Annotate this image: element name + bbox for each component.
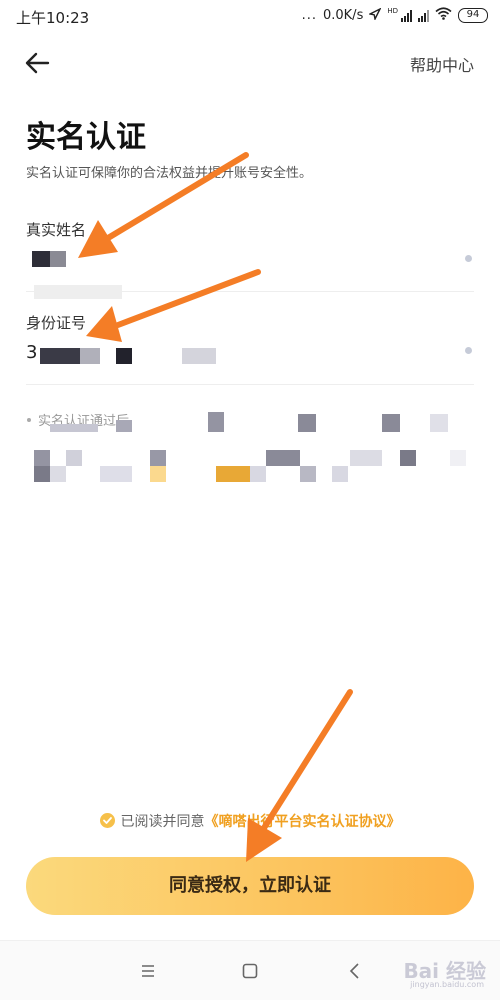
status-icons: ... 0.0K/s HD 94: [302, 7, 488, 24]
checkbox-checked-icon[interactable]: [99, 813, 115, 828]
redacted-block: [50, 251, 66, 267]
redacted-block: [34, 285, 122, 299]
divider: [26, 384, 474, 385]
agreement-prefix: 已阅读并同意: [120, 814, 205, 830]
agree-and-verify-button[interactable]: 同意授权，立即认证: [26, 857, 474, 915]
id-field-indicator: [465, 347, 472, 354]
name-label: 真实姓名: [26, 221, 87, 239]
name-field-indicator: [465, 255, 472, 262]
redacted-block: [116, 348, 132, 364]
redacted-block: [80, 348, 100, 364]
battery-icon: 94: [458, 8, 488, 23]
home-icon[interactable]: [238, 959, 262, 983]
page-subtitle: 实名认证可保障你的合法权益并提升账号安全性。: [26, 166, 313, 181]
status-dots: ...: [301, 8, 317, 23]
signal-icon-2: [418, 9, 429, 22]
network-badge: HD: [387, 6, 398, 15]
id-label: 身份证号: [26, 314, 87, 332]
agreement-row: 已阅读并同意《嘀嗒出行平台实名认证协议》: [0, 811, 500, 831]
annotation-arrow-2: [86, 269, 261, 342]
arrow-left-icon: [25, 52, 50, 74]
help-center-link[interactable]: 帮助中心: [410, 52, 474, 76]
annotation-arrow-3: [246, 689, 353, 862]
divider: [26, 291, 474, 292]
watermark-url: jingyan.baidu.com: [410, 980, 484, 989]
agreement-link[interactable]: 《嘀嗒出行平台实名认证协议》: [205, 814, 401, 830]
wifi-icon: [435, 7, 452, 24]
notice-bullet: [27, 418, 31, 422]
redacted-block: [182, 348, 216, 364]
status-bar: 上午10:23 ... 0.0K/s HD 94: [0, 0, 500, 32]
signal-icon: [401, 9, 412, 22]
page-title: 实名认证: [26, 120, 146, 155]
redacted-block: [32, 251, 50, 267]
id-number-prefix: 3: [26, 342, 38, 363]
back-button[interactable]: [20, 46, 56, 80]
redacted-block: [40, 348, 80, 364]
back-nav-icon[interactable]: [343, 959, 367, 983]
name-input[interactable]: [28, 248, 448, 272]
status-time: 上午10:23: [16, 9, 90, 27]
menu-icon[interactable]: [136, 959, 160, 983]
network-speed: 0.0K/s: [322, 8, 364, 23]
id-number-input[interactable]: 3: [26, 342, 448, 366]
location-icon: [368, 6, 382, 24]
